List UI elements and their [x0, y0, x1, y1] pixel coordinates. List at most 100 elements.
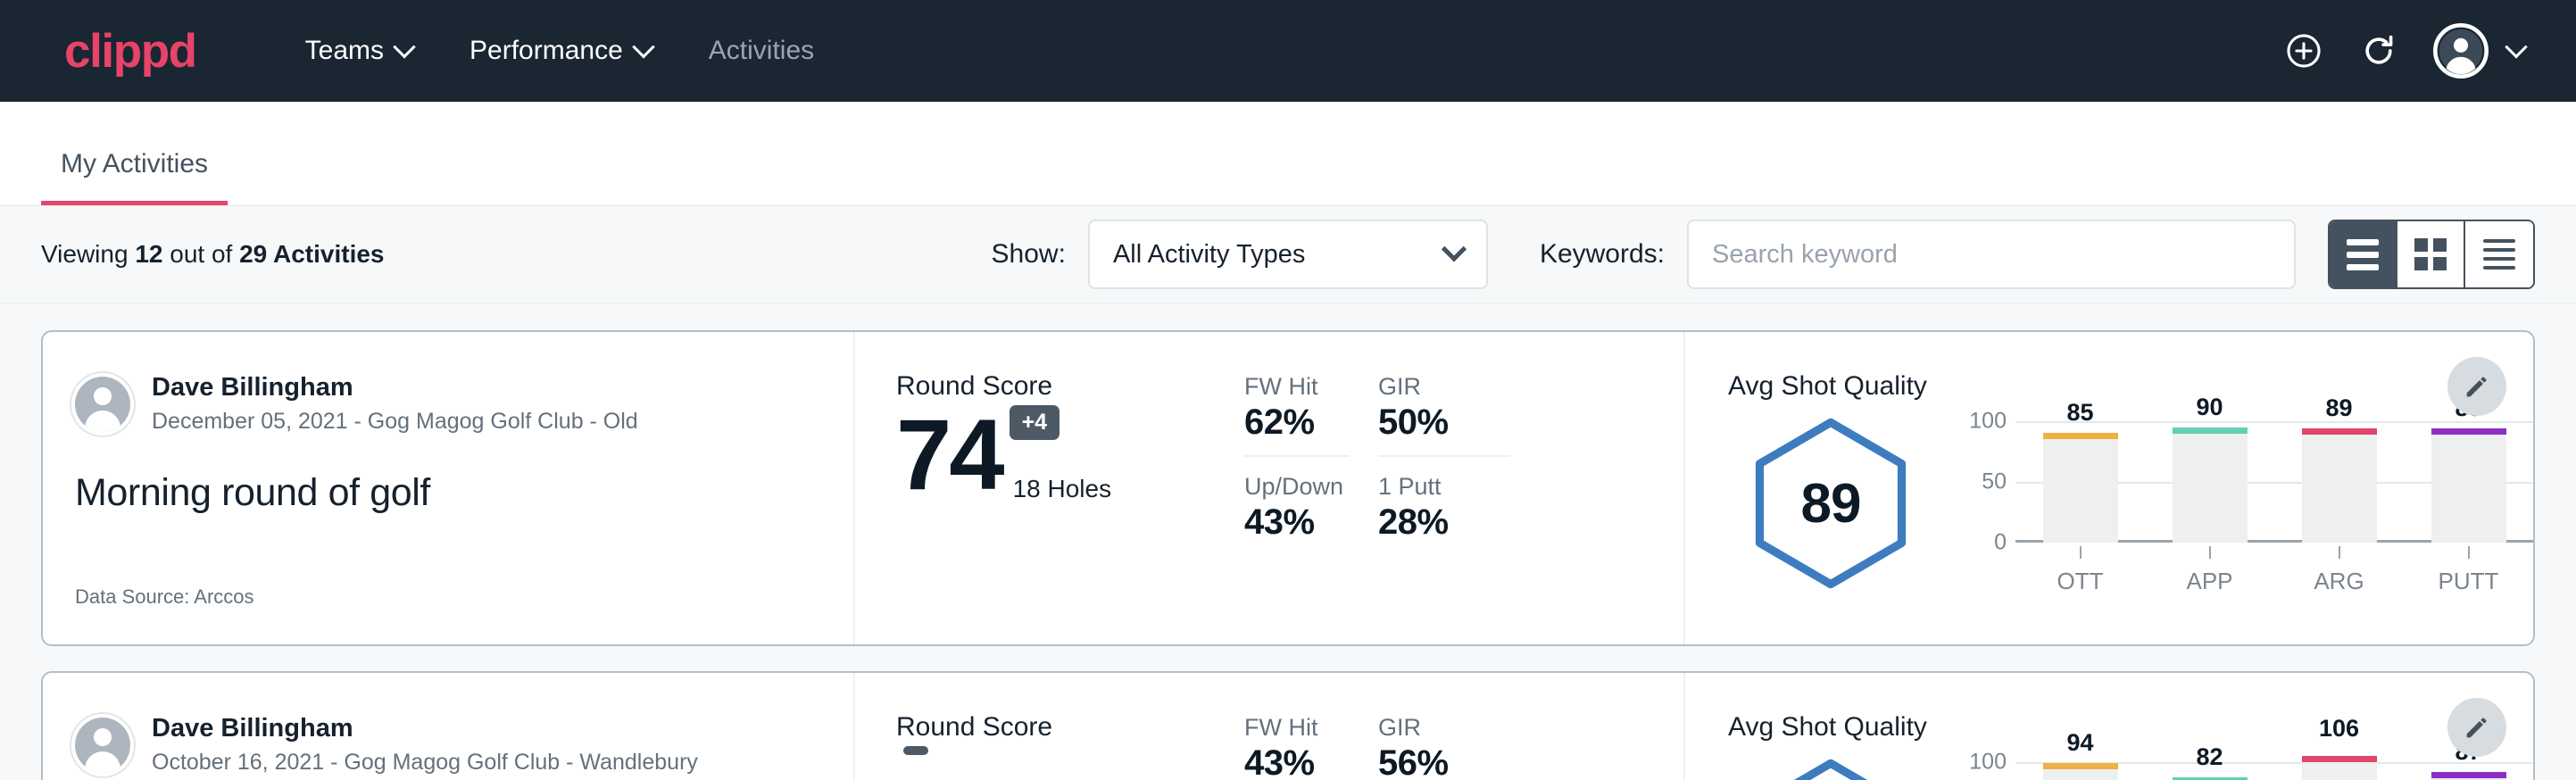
refresh-button[interactable]	[2358, 30, 2399, 71]
search-input-wrapper[interactable]	[1687, 220, 2296, 289]
activity-type-selected-value: All Activity Types	[1113, 240, 1445, 270]
chart-plot-area: 94 82	[2015, 762, 2533, 780]
nav-actions	[2283, 23, 2524, 79]
activity-type-select[interactable]: All Activity Types	[1088, 220, 1488, 289]
activity-quality-column: Avg Shot Quality 89 100 50	[1685, 332, 2533, 644]
refresh-icon	[2359, 31, 2398, 71]
bar-column-ott: 85	[2043, 421, 2118, 543]
viewing-count-text: Viewing 12 out of 29 Activities	[41, 240, 385, 269]
viewing-mid: out of	[162, 240, 239, 268]
x-label: ARG	[2302, 568, 2377, 595]
bar	[2043, 769, 2118, 780]
bar-cap	[2431, 428, 2506, 435]
y-tick: 50	[1982, 469, 2007, 495]
pencil-icon	[2462, 712, 2492, 743]
round-score-block: Round Score	[896, 712, 1244, 780]
stat-label: GIR	[1378, 373, 1510, 401]
stat-label: Up/Down	[1244, 473, 1350, 501]
stat-value: 50%	[1378, 402, 1510, 443]
stat-label: 1 Putt	[1378, 473, 1510, 501]
compact-list-icon	[2483, 239, 2515, 270]
activity-title: Morning round of golf	[75, 471, 853, 515]
grid-icon	[2414, 238, 2447, 270]
avg-shot-quality-value	[1748, 757, 1914, 780]
round-score-block: Round Score 74 +4 18 Holes	[896, 371, 1244, 644]
x-label: OTT	[2043, 568, 2118, 595]
shot-quality-bar-chart: 100 50 0 94	[1933, 751, 2533, 780]
activity-card-list: Dave Billingham December 05, 2021 - Gog …	[0, 303, 2576, 780]
activity-data-source: Data Source: Arccos	[75, 585, 853, 609]
nav-item-activities[interactable]: Activities	[680, 36, 843, 66]
top-navigation-bar: clippd Teams Performance Activities	[0, 0, 2576, 102]
edit-activity-button[interactable]	[2447, 357, 2506, 416]
activity-quality-column: Avg Shot Quality 100 50	[1685, 673, 2533, 780]
round-stats-grid: FW Hit 43% GIR 56%	[1244, 714, 1539, 780]
nav-item-teams[interactable]: Teams	[277, 36, 441, 66]
score-to-par-badge	[903, 746, 928, 755]
view-mode-list-button[interactable]	[2330, 221, 2397, 287]
chart-bars: 94 82	[2015, 762, 2533, 780]
tab-my-activities[interactable]: My Activities	[41, 149, 228, 205]
nav-item-activities-label: Activities	[709, 36, 814, 66]
bar-value-label: 94	[2043, 729, 2118, 757]
activity-score-column: Round Score FW Hit 43% GIR 56%	[855, 673, 1685, 780]
filter-controls: Show: All Activity Types Keywords:	[992, 220, 2535, 289]
bar	[2302, 435, 2377, 543]
stat-label: GIR	[1378, 714, 1510, 742]
x-label-wrap: APP	[2173, 568, 2248, 595]
bar-value-label: 82	[2173, 743, 2248, 771]
activity-card[interactable]: Dave Billingham December 05, 2021 - Gog …	[41, 330, 2535, 646]
round-score-label: Round Score	[896, 712, 1244, 743]
avg-shot-quality-label: Avg Shot Quality	[1728, 371, 2533, 402]
nav-item-performance[interactable]: Performance	[441, 36, 680, 66]
add-button[interactable]	[2283, 30, 2324, 71]
bar	[2302, 762, 2377, 780]
bar-value-label: 85	[2043, 399, 2118, 427]
chart-x-labels: OTT APP ARG PUTT	[1957, 568, 2533, 595]
activity-player-header: Dave Billingham December 05, 2021 - Gog …	[75, 371, 853, 437]
avg-shot-quality-label: Avg Shot Quality	[1728, 712, 2533, 743]
view-mode-grid-button[interactable]	[2397, 221, 2465, 287]
x-label: PUTT	[2431, 568, 2506, 595]
x-tick-mark	[2339, 546, 2340, 559]
edit-activity-button[interactable]	[2447, 698, 2506, 757]
bar	[2431, 435, 2506, 543]
round-stats-grid: FW Hit 62% GIR 50% Up/Down 43% 1 Putt 28…	[1244, 373, 1539, 644]
round-score-label: Round Score	[896, 371, 1244, 402]
search-input[interactable]	[1712, 240, 2271, 270]
bar	[2173, 434, 2248, 543]
bar-cap	[2043, 433, 2118, 439]
player-name: Dave Billingham	[152, 371, 638, 403]
y-tick: 100	[1969, 750, 2007, 776]
round-score-value: 74	[896, 405, 1002, 505]
show-label: Show:	[992, 239, 1066, 270]
stat-one-putt: 1 Putt 28%	[1378, 457, 1539, 543]
activity-card[interactable]: Dave Billingham October 16, 2021 - Gog M…	[41, 671, 2535, 780]
stat-value: 43%	[1244, 502, 1350, 543]
view-mode-compact-button[interactable]	[2465, 221, 2533, 287]
bar-cap	[2302, 428, 2377, 435]
y-tick: 0	[1994, 530, 2007, 556]
bar-value-label: 89	[2302, 394, 2377, 422]
x-tick-mark	[2468, 546, 2470, 559]
stat-value: 28%	[1378, 502, 1510, 543]
chevron-down-icon	[2505, 36, 2527, 58]
bar-value-label: 106	[2302, 715, 2377, 743]
stat-up-down: Up/Down 43%	[1244, 457, 1378, 543]
primary-nav: Teams Performance Activities	[277, 36, 843, 66]
bar-cap	[2302, 756, 2377, 762]
round-score-row: 74 +4 18 Holes	[896, 405, 1244, 505]
chart-y-axis: 100 50 0	[1957, 762, 2015, 780]
activity-score-column: Round Score 74 +4 18 Holes FW Hit 62% GI…	[855, 332, 1685, 644]
bar-cap	[2043, 763, 2118, 769]
tab-my-activities-label: My Activities	[61, 149, 208, 178]
x-label-wrap: OTT	[2043, 568, 2118, 595]
account-menu-button[interactable]	[2433, 23, 2524, 79]
viewing-prefix: Viewing	[41, 240, 135, 268]
clippd-logo[interactable]: clippd	[64, 28, 196, 75]
bar-column-ott: 94	[2043, 762, 2118, 780]
chart-inner: 100 50 0 94	[1957, 762, 2533, 780]
list-rows-icon	[2347, 239, 2379, 270]
chart-inner: 100 50 0 85	[1957, 421, 2533, 543]
score-badge-column	[896, 746, 928, 780]
